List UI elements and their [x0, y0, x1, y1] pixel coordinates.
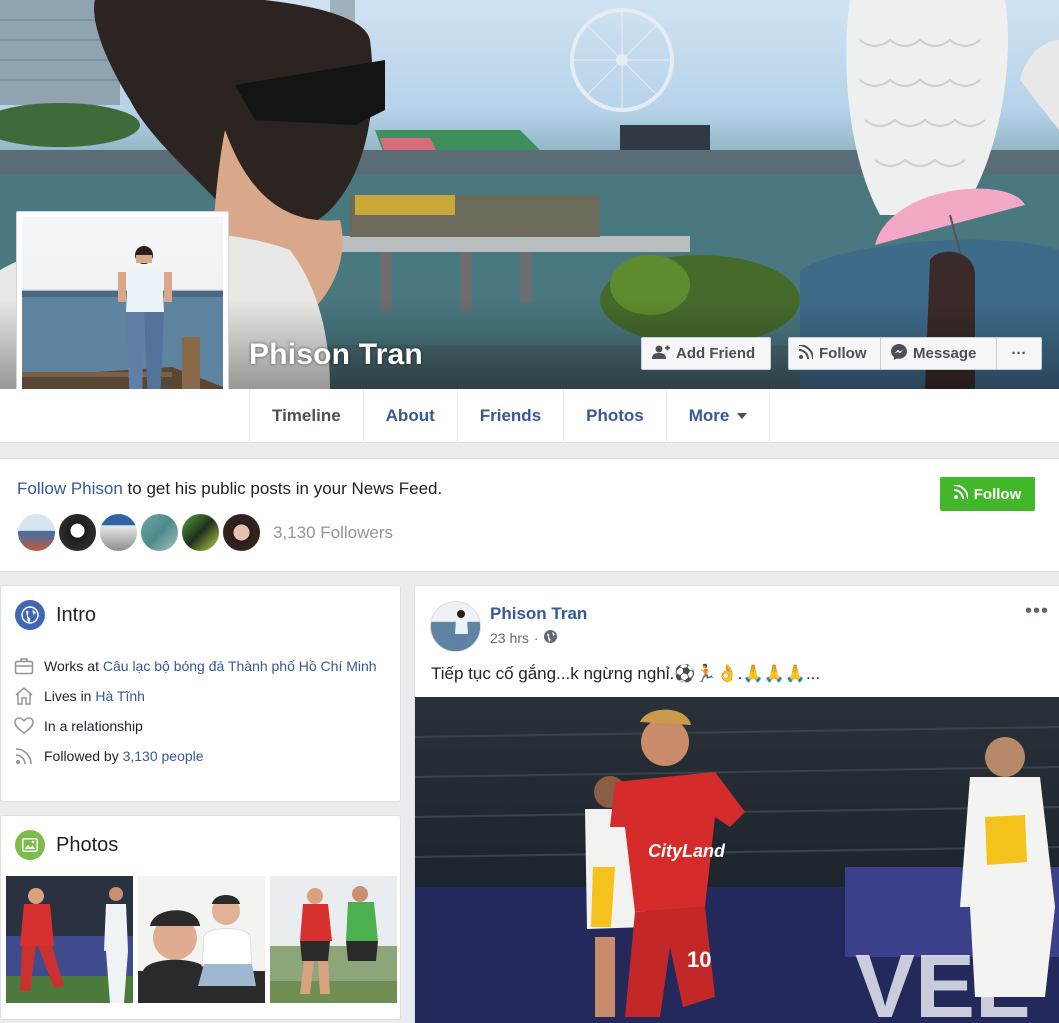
photos-grid [6, 876, 397, 1003]
tab-photos[interactable]: Photos [564, 389, 667, 443]
follow-button[interactable]: Follow [788, 337, 881, 370]
follow-prompt: Follow Phison to get his public posts in… [17, 479, 442, 499]
followers-count[interactable]: 3,130 Followers [273, 523, 393, 543]
post-author-avatar[interactable] [430, 601, 481, 652]
follow-message-group: Follow Message ··· [788, 337, 1042, 370]
intro-title: Intro [56, 603, 97, 626]
tab-more[interactable]: More [667, 389, 771, 443]
message-label: Message [913, 345, 977, 362]
follow-profile-link[interactable]: Follow Phison [17, 479, 123, 498]
svg-text:CityLand: CityLand [648, 841, 726, 861]
follow-banner: Follow Phison to get his public posts in… [0, 458, 1059, 572]
post-author-name[interactable]: Phison Tran [490, 604, 587, 624]
post-options-menu[interactable]: ••• [1025, 600, 1049, 623]
follower-avatar[interactable] [221, 512, 262, 553]
intro-lives-prefix: Lives in [44, 688, 96, 704]
follower-avatar[interactable] [180, 512, 221, 553]
globe-icon [15, 600, 45, 630]
globe-icon[interactable] [543, 630, 557, 646]
tab-friends[interactable]: Friends [458, 389, 565, 443]
profile-name[interactable]: Phison Tran [249, 338, 423, 372]
follow-green-button[interactable]: Follow [940, 477, 1035, 511]
tab-photos-label: Photos [586, 406, 644, 425]
intro-list: Works at Câu lạc bộ bóng đá Thành phố Hồ… [14, 656, 384, 776]
intro-work-text: Works at Câu lạc bộ bóng đá Thành phố Hồ… [44, 656, 377, 676]
photo-icon [15, 830, 45, 860]
tab-about-label: About [385, 406, 435, 425]
more-dots-icon: ··· [1011, 345, 1027, 362]
intro-followed-link[interactable]: 3,130 people [123, 748, 204, 764]
home-icon [14, 686, 34, 706]
follower-avatar[interactable] [16, 512, 57, 553]
add-friend-button[interactable]: Add Friend [641, 337, 771, 370]
add-friend-label: Add Friend [676, 345, 756, 362]
post-text: Tiếp tục cố gắng...k ngừng nghỉ.⚽🏃👌.🙏🙏🙏.… [431, 664, 821, 683]
follower-avatar[interactable] [57, 512, 98, 553]
svg-text:10: 10 [687, 947, 711, 972]
photos-title: Photos [56, 833, 119, 856]
rss-icon [14, 746, 34, 766]
photos-card: Photos [0, 815, 401, 1020]
post-meta: 23 hrs · [490, 630, 557, 646]
add-friend-icon [652, 344, 670, 364]
post-timestamp[interactable]: 23 hrs [490, 630, 529, 646]
intro-lives: Lives in Hà Tĩnh [14, 686, 384, 706]
intro-card: Intro Works at Câu lạc bộ bóng đá Thành … [0, 585, 401, 802]
profile-nav-bar: Timeline About Friends Photos More [0, 389, 1059, 443]
intro-lives-text: Lives in Hà Tĩnh [44, 686, 145, 706]
intro-followed-prefix: Followed by [44, 748, 123, 764]
profile-picture-image [22, 217, 223, 418]
chevron-down-icon [737, 413, 748, 419]
briefcase-icon [14, 656, 34, 676]
photos-header[interactable]: Photos [1, 816, 400, 860]
post-meta-separator: · [533, 630, 539, 646]
follower-avatar[interactable] [139, 512, 180, 553]
followers-row: 3,130 Followers [16, 512, 393, 553]
timeline-post: Phison Tran 23 hrs · ••• Tiếp tục cố gắn… [414, 585, 1059, 1023]
follow-prompt-text: to get his public posts in your News Fee… [122, 479, 443, 498]
photo-thumbnail[interactable] [270, 876, 397, 1003]
intro-followed-text: Followed by 3,130 people [44, 746, 204, 766]
messenger-icon [891, 343, 907, 364]
cover-actions: Add Friend Follow Message ··· [641, 337, 1042, 370]
follower-avatar[interactable] [98, 512, 139, 553]
intro-header: Intro [1, 586, 400, 630]
photo-thumbnail[interactable] [6, 876, 133, 1003]
rss-icon [798, 343, 814, 363]
heart-icon [14, 716, 34, 736]
tab-about[interactable]: About [364, 389, 458, 443]
tab-friends-label: Friends [479, 406, 542, 425]
follow-label: Follow [819, 345, 867, 362]
intro-followed: Followed by 3,130 people [14, 746, 384, 766]
follow-green-label: Follow [973, 485, 1022, 503]
intro-work-link[interactable]: Câu lạc bộ bóng đá Thành phố Hồ Chí Minh [103, 658, 377, 674]
tab-timeline-label: Timeline [272, 406, 341, 425]
tab-more-label: More [688, 406, 730, 425]
intro-work-prefix: Works at [44, 658, 103, 674]
intro-relationship: In a relationship [14, 716, 384, 736]
more-options-button[interactable]: ··· [997, 337, 1042, 370]
post-photo[interactable]: VEL CityLand 10 [415, 697, 1059, 1023]
photo-thumbnail[interactable] [138, 876, 265, 1003]
message-button[interactable]: Message [881, 337, 997, 370]
tab-timeline[interactable]: Timeline [250, 389, 364, 443]
rss-icon [953, 484, 969, 503]
intro-lives-link[interactable]: Hà Tĩnh [95, 688, 145, 704]
intro-work: Works at Câu lạc bộ bóng đá Thành phố Hồ… [14, 656, 384, 676]
intro-relationship-text: In a relationship [44, 718, 143, 734]
profile-tabs: Timeline About Friends Photos More [249, 389, 771, 443]
